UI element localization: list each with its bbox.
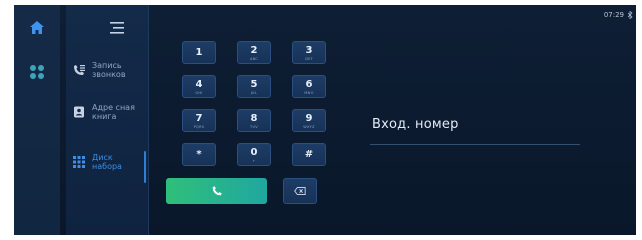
key-5[interactable]: 5 JKL	[237, 75, 271, 98]
field-underline	[370, 144, 580, 145]
apps-icon[interactable]	[28, 63, 46, 81]
key-0[interactable]: 0 +	[237, 143, 271, 166]
key-letters: MNO	[304, 91, 314, 95]
key-letters: PQRS	[193, 125, 205, 129]
key-7[interactable]: 7 PQRS	[182, 109, 216, 132]
menu-item-label: Диск набора	[92, 153, 122, 171]
key-digit: 7	[195, 113, 203, 124]
active-indicator	[144, 151, 146, 183]
key-digit: 5	[250, 79, 258, 90]
key-letters: JKL	[250, 91, 258, 95]
menu-item-label: Адре сная книга	[92, 103, 135, 121]
menu-collapse-icon[interactable]	[108, 21, 126, 35]
number-placeholder: Вход. номер	[372, 117, 459, 132]
key-letters: GHI	[195, 91, 203, 95]
phone-app-screen: Запись звонков Адре сная книга Диск набо…	[14, 5, 636, 235]
key-3[interactable]: 3 DEF	[292, 41, 326, 64]
key-letters: WXYZ	[303, 125, 315, 129]
phone-number-field[interactable]: Вход. номер	[370, 113, 580, 145]
call-button[interactable]	[166, 178, 267, 204]
backspace-button[interactable]	[283, 178, 317, 204]
key-6[interactable]: 6 MNO	[292, 75, 326, 98]
key-star[interactable]: *	[182, 143, 216, 166]
key-hash[interactable]: #	[292, 143, 326, 166]
key-digit: 2	[250, 45, 258, 56]
menu-item-call-log[interactable]: Запись звонков	[72, 61, 146, 79]
key-letters: DEF	[305, 57, 313, 61]
key-letters: TUV	[250, 125, 258, 129]
key-9[interactable]: 9 WXYZ	[292, 109, 326, 132]
key-digit: *	[196, 149, 202, 160]
key-digit: 1	[195, 47, 203, 58]
left-rail	[14, 5, 60, 235]
key-digit: 4	[195, 79, 203, 90]
key-2[interactable]: 2 ABC	[237, 41, 271, 64]
contacts-book-icon	[74, 106, 84, 118]
key-digit: 8	[250, 113, 258, 124]
key-letters: ABC	[249, 57, 259, 61]
status-time: 07:29	[603, 11, 624, 19]
dial-keypad: 1 2 ABC 3 DEF 4 GHI 5 JKL 6 MNO 7 PQRS 8…	[166, 41, 326, 211]
bluetooth-icon	[627, 11, 633, 19]
key-letters: +	[252, 159, 256, 163]
key-8[interactable]: 8 TUV	[237, 109, 271, 132]
key-4[interactable]: 4 GHI	[182, 75, 216, 98]
home-icon[interactable]	[28, 19, 46, 37]
key-digit: 3	[305, 45, 313, 56]
dialpad-icon	[73, 156, 85, 168]
key-digit: 0	[250, 147, 258, 158]
phone-icon	[212, 186, 222, 196]
menu-item-contacts[interactable]: Адре сная книга	[72, 103, 146, 121]
key-digit: 6	[305, 79, 313, 90]
key-digit: 9	[305, 113, 313, 124]
menu-item-dialpad[interactable]: Диск набора	[72, 153, 146, 171]
backspace-icon	[294, 186, 306, 196]
menu-item-label: Запись звонков	[92, 61, 126, 79]
phone-menu: Запись звонков Адре сная книга Диск набо…	[66, 5, 149, 235]
key-1[interactable]: 1	[182, 41, 216, 64]
call-log-icon	[74, 65, 85, 75]
key-digit: #	[304, 149, 314, 160]
